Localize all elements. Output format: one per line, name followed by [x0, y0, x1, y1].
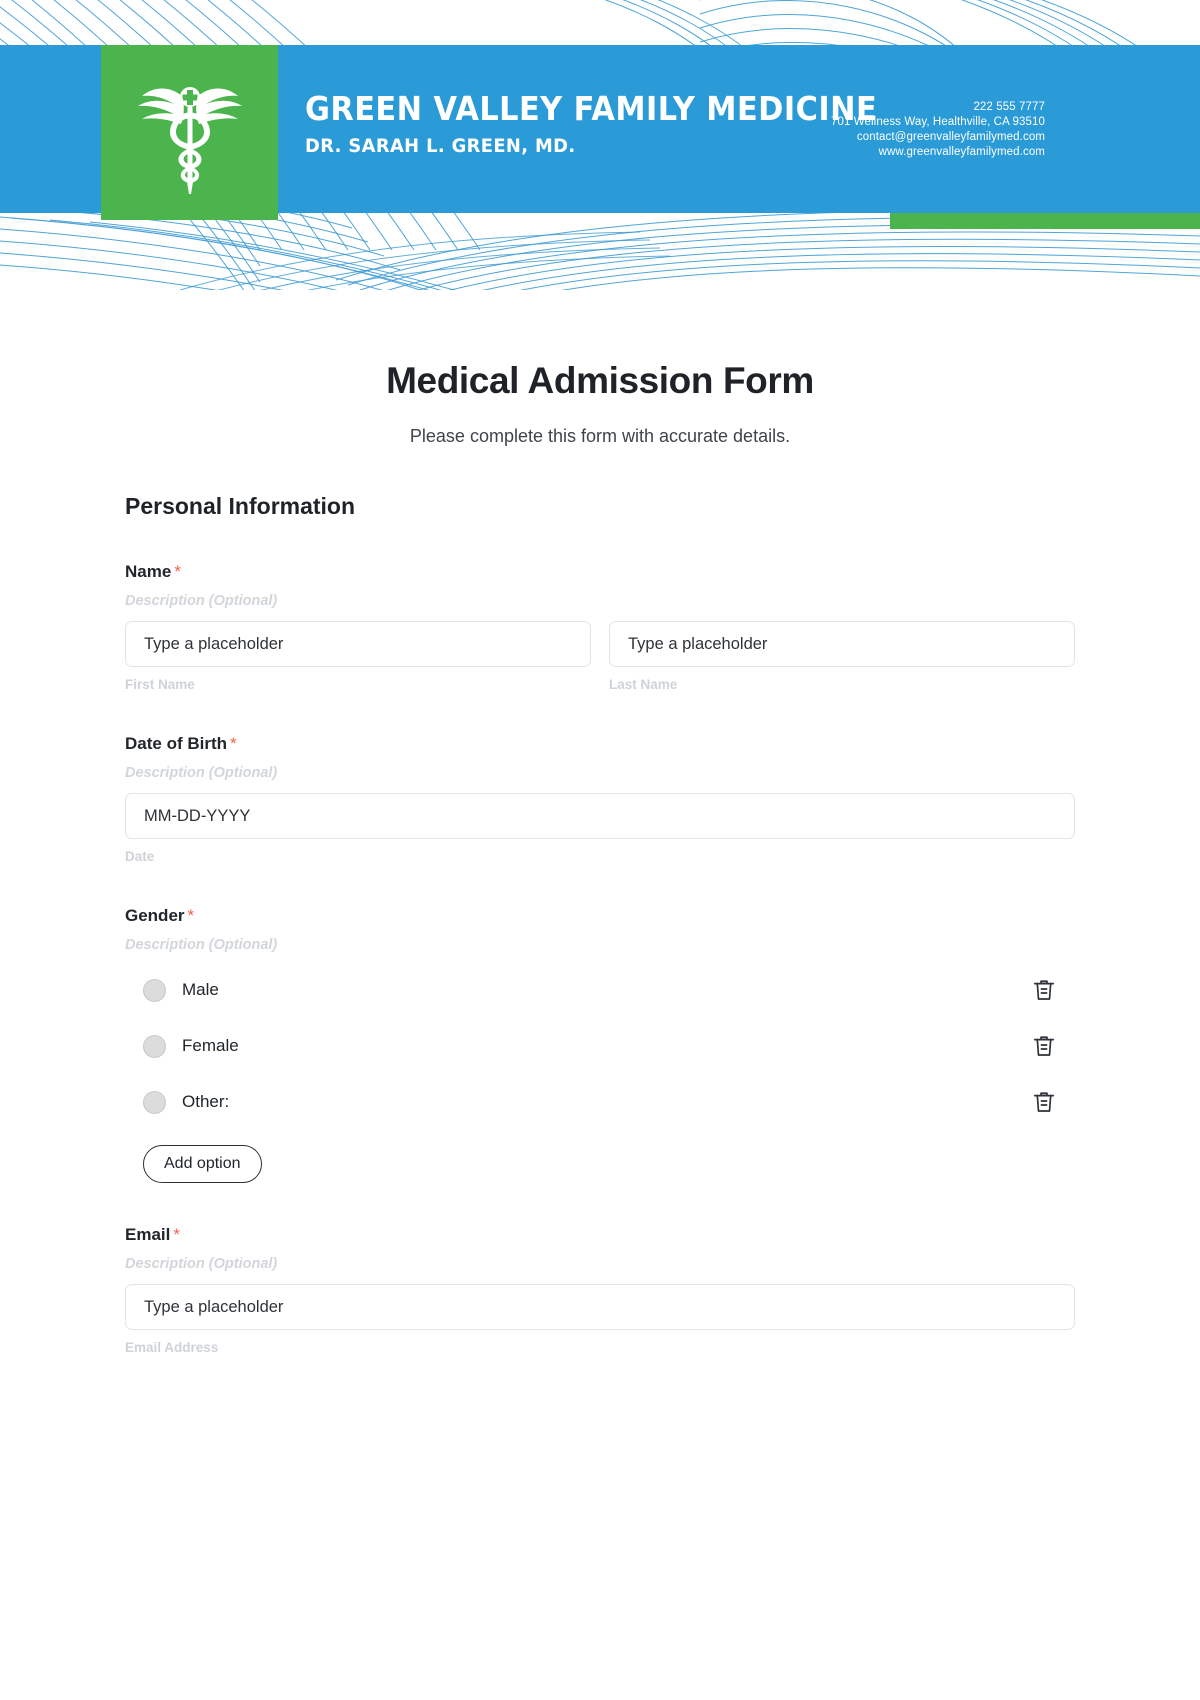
email-sub-label: Email Address	[125, 1340, 219, 1355]
gender-option-row[interactable]: Other:	[125, 1083, 1075, 1121]
field-label-name-text: Name	[125, 562, 172, 581]
field-description-gender: Description (Optional)	[125, 937, 278, 953]
contact-phone: 222 555 7777	[973, 101, 1045, 113]
field-description-name: Description (Optional)	[125, 593, 278, 609]
gender-option-label: Female	[182, 1036, 239, 1055]
practice-name: GREEN VALLEY FAMILY MEDICINE	[305, 89, 878, 128]
delete-option-button-male[interactable]	[1031, 976, 1057, 1004]
required-asterisk: *	[173, 1225, 180, 1244]
gender-option-label: Male	[182, 980, 219, 999]
field-date-of-birth: Date of Birth* Description (Optional) Da…	[125, 734, 1075, 864]
date-of-birth-input[interactable]	[125, 793, 1075, 839]
green-accent-bar	[890, 213, 1200, 229]
email-column: Email Address	[125, 1284, 1075, 1355]
field-label-gender: Gender *	[125, 906, 1075, 926]
field-email: Email* Description (Optional) Email Addr…	[125, 1225, 1075, 1355]
delete-option-button-female[interactable]	[1031, 1032, 1057, 1060]
field-label-name: Name *	[125, 562, 1075, 582]
required-asterisk: *	[174, 562, 181, 581]
first-name-sub-label: First Name	[125, 677, 195, 692]
trash-icon	[1033, 1092, 1055, 1112]
email-input-row: Email Address	[125, 1284, 1075, 1355]
doctor-name: DR. SARAH L. GREEN, MD.	[305, 134, 576, 157]
last-name-column: Last Name	[609, 621, 1075, 692]
radio-button-male[interactable]	[143, 978, 166, 1002]
page-title: Medical Admission Form	[386, 360, 814, 401]
field-label-date-of-birth-text: Date of Birth	[125, 734, 227, 753]
field-label-email-text: Email	[125, 1225, 171, 1244]
field-description-email: Description (Optional)	[125, 1256, 278, 1272]
last-name-sub-label: Last Name	[609, 677, 678, 692]
required-asterisk: *	[187, 906, 195, 925]
section-heading-personal-information: Personal Information	[125, 493, 356, 519]
first-name-column: First Name	[125, 621, 591, 692]
contact-email: contact@greenvalleyfamilymed.com	[856, 131, 1045, 143]
radio-button-female[interactable]	[143, 1034, 166, 1058]
field-label-date-of-birth: Date of Birth *	[125, 734, 1075, 754]
delete-option-button-other[interactable]	[1031, 1088, 1057, 1116]
field-description-date-of-birth: Description (Optional)	[125, 765, 278, 781]
trash-icon	[1033, 980, 1055, 1000]
add-option-button[interactable]: Add option	[143, 1145, 262, 1183]
gender-option-row[interactable]: Female	[125, 1027, 1075, 1065]
gender-option-row[interactable]: Male	[125, 971, 1075, 1009]
name-input-row: First Name Last Name	[125, 621, 1075, 692]
email-input[interactable]	[125, 1284, 1075, 1330]
field-gender: Gender * Description (Optional) Male Fem…	[125, 906, 1075, 1183]
dob-input-row: Date	[125, 793, 1075, 864]
date-of-birth-sub-label: Date	[125, 849, 155, 864]
contact-block: 222 555 7777 701 Wellness Way, Healthvil…	[831, 100, 1045, 160]
trash-icon	[1033, 1036, 1055, 1056]
field-label-email: Email *	[125, 1225, 1075, 1245]
contact-website: www.greenvalleyfamilymed.com	[878, 146, 1045, 158]
form-sheet: Medical Admission Form Please complete t…	[0, 360, 1200, 1355]
caduceus-icon	[137, 87, 242, 194]
dob-column: Date	[125, 793, 1075, 864]
last-name-input[interactable]	[609, 621, 1075, 667]
field-label-gender-text: Gender	[125, 906, 185, 925]
page-subtitle: Please complete this form with accurate …	[409, 426, 791, 446]
letterhead: GREEN VALLEY FAMILY MEDICINE DR. SARAH L…	[0, 0, 1200, 290]
radio-button-other[interactable]	[143, 1090, 166, 1114]
field-name: Name* Description (Optional) First Name …	[125, 562, 1075, 692]
contact-address: 701 Wellness Way, Healthville, CA 93510	[831, 116, 1045, 128]
logo-block	[101, 45, 278, 220]
required-asterisk: *	[230, 734, 237, 753]
first-name-input[interactable]	[125, 621, 591, 667]
gender-option-label: Other:	[182, 1092, 230, 1111]
